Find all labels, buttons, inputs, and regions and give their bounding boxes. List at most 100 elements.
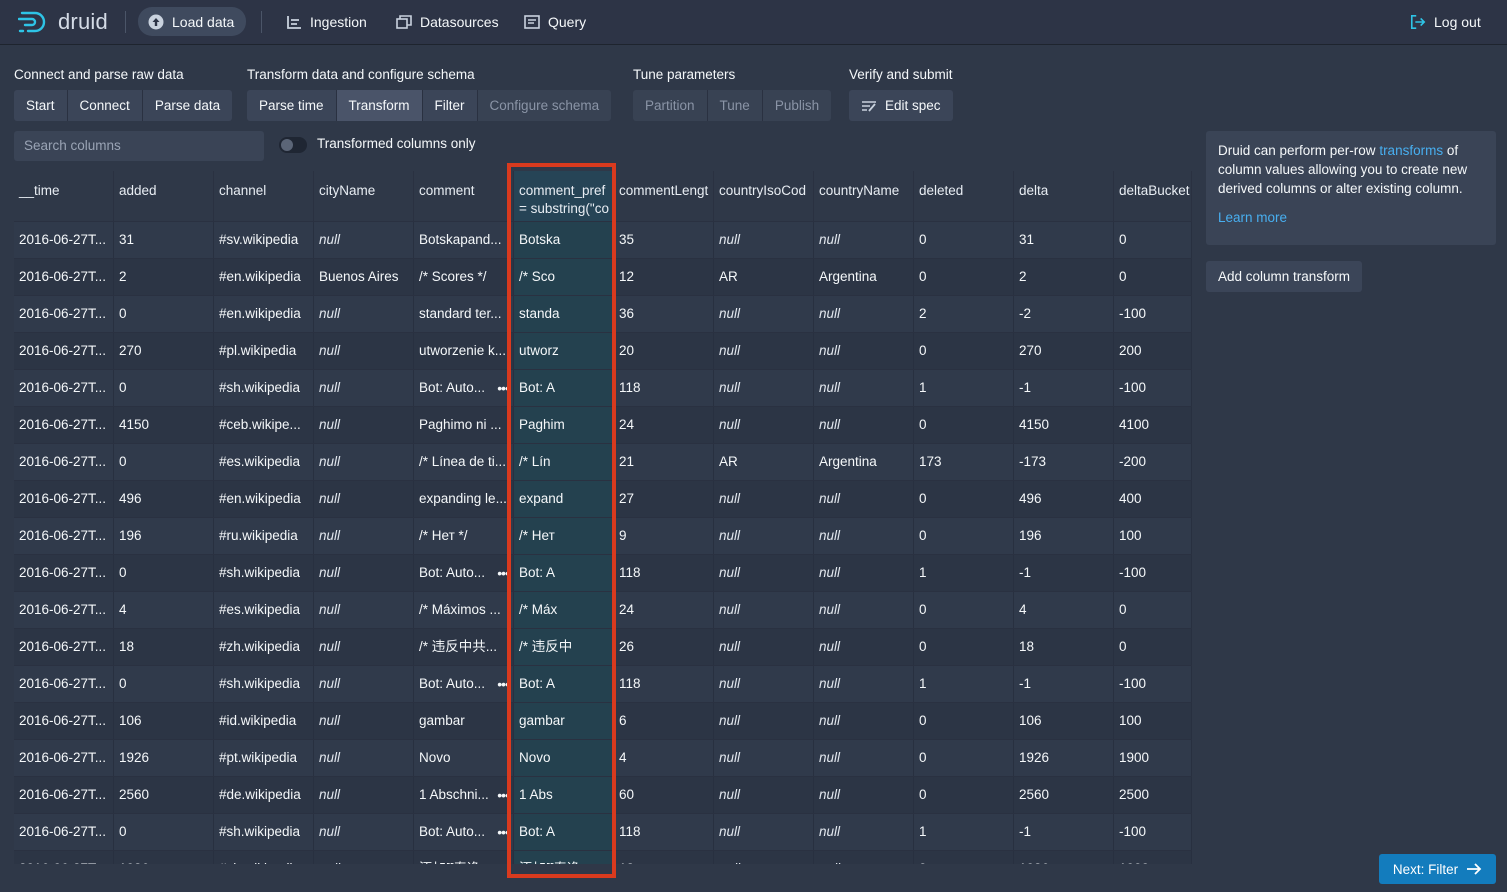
table-cell-country-iso-code[interactable]: null bbox=[714, 222, 814, 258]
table-cell-country-name[interactable]: null bbox=[814, 518, 914, 554]
table-cell-delta[interactable]: 496 bbox=[1014, 481, 1114, 517]
column-header-cityname[interactable]: cityName bbox=[314, 171, 414, 221]
table-cell-cityname[interactable]: null bbox=[314, 407, 414, 443]
table-cell-country-iso-code[interactable]: AR bbox=[714, 444, 814, 480]
table-cell-comment-length[interactable]: 118 bbox=[614, 370, 714, 406]
table-cell-comment[interactable]: Paghimo ni ... bbox=[414, 407, 514, 443]
table-cell-channel[interactable]: #sh.wikipedia bbox=[214, 666, 314, 702]
table-cell-time[interactable]: 2016-06-27T... bbox=[14, 444, 114, 480]
column-header-deleted[interactable]: deleted bbox=[914, 171, 1014, 221]
table-cell-country-name[interactable]: Argentina bbox=[814, 444, 914, 480]
table-cell-delta-bucket[interactable]: 0 bbox=[1114, 259, 1192, 295]
table-cell-deleted[interactable]: 0 bbox=[914, 481, 1014, 517]
table-cell-delta[interactable]: 18 bbox=[1014, 629, 1114, 665]
table-cell-channel[interactable]: #sh.wikipedia bbox=[214, 814, 314, 850]
table-cell-comment-length[interactable]: 9 bbox=[614, 518, 714, 554]
table-cell-delta-bucket[interactable]: -100 bbox=[1114, 370, 1192, 406]
table-cell-comment-length[interactable]: 27 bbox=[614, 481, 714, 517]
nav-datasources[interactable]: Datasources bbox=[386, 7, 511, 36]
table-cell-cityname[interactable]: null bbox=[314, 703, 414, 739]
transformed-only-toggle[interactable] bbox=[279, 137, 307, 153]
table-cell-country-iso-code[interactable]: null bbox=[714, 629, 814, 665]
table-cell-country-name[interactable]: null bbox=[814, 555, 914, 591]
table-cell-comment[interactable]: expanding le... bbox=[414, 481, 514, 517]
table-cell-deleted[interactable]: 0 bbox=[914, 629, 1014, 665]
column-header-comment[interactable]: comment bbox=[414, 171, 514, 221]
table-cell-country-name[interactable]: null bbox=[814, 703, 914, 739]
table-cell-added[interactable]: 0 bbox=[114, 555, 214, 591]
step-tune[interactable]: Tune bbox=[707, 90, 763, 121]
table-cell-comment[interactable]: gambar bbox=[414, 703, 514, 739]
table-cell-comment-length[interactable]: 24 bbox=[614, 592, 714, 628]
table-cell-deleted[interactable]: 2 bbox=[914, 296, 1014, 332]
table-cell-comment-length[interactable]: 12 bbox=[614, 259, 714, 295]
table-cell-cityname[interactable]: null bbox=[314, 629, 414, 665]
table-cell-country-iso-code[interactable]: null bbox=[714, 333, 814, 369]
table-cell-country-name[interactable]: null bbox=[814, 629, 914, 665]
table-cell-country-name[interactable]: Argentina bbox=[814, 259, 914, 295]
table-cell-cityname[interactable]: null bbox=[314, 296, 414, 332]
column-header-time[interactable]: __time bbox=[14, 171, 114, 221]
table-cell-comment[interactable]: /* 违反中共... bbox=[414, 629, 514, 665]
table-cell-country-iso-code[interactable]: null bbox=[714, 814, 814, 850]
table-cell-delta[interactable]: -173 bbox=[1014, 444, 1114, 480]
table-cell-added[interactable]: 0 bbox=[114, 814, 214, 850]
nav-load-data[interactable]: Load data bbox=[138, 7, 247, 36]
table-cell-delta[interactable]: 2560 bbox=[1014, 777, 1114, 813]
column-header-comment-length[interactable]: commentLengt bbox=[614, 171, 714, 221]
table-cell-channel[interactable]: #es.wikipedia bbox=[214, 592, 314, 628]
table-cell-channel[interactable]: #id.wikipedia bbox=[214, 703, 314, 739]
table-cell-delta-bucket[interactable]: 200 bbox=[1114, 333, 1192, 369]
table-cell-delta-bucket[interactable]: 0 bbox=[1114, 222, 1192, 258]
table-cell-comment-length[interactable]: 26 bbox=[614, 629, 714, 665]
table-cell-channel[interactable]: #ru.wikipedia bbox=[214, 518, 314, 554]
table-cell-deleted[interactable]: 0 bbox=[914, 333, 1014, 369]
table-cell-comment[interactable]: Bot: Auto... ••• bbox=[414, 814, 514, 850]
table-cell-time[interactable]: 2016-06-27T... bbox=[14, 518, 114, 554]
table-cell-cityname[interactable]: null bbox=[314, 777, 414, 813]
table-cell-country-iso-code[interactable]: null bbox=[714, 777, 814, 813]
table-cell-added[interactable]: 106 bbox=[114, 703, 214, 739]
table-cell-delta-bucket[interactable]: 2500 bbox=[1114, 777, 1192, 813]
table-cell-channel[interactable]: #zh.wikipedia bbox=[214, 629, 314, 665]
table-cell-added[interactable]: 0 bbox=[114, 370, 214, 406]
table-cell-time[interactable]: 2016-06-27T... bbox=[14, 370, 114, 406]
table-cell-comment[interactable]: Botskapand... bbox=[414, 222, 514, 258]
add-column-transform-button[interactable]: Add column transform bbox=[1206, 261, 1363, 292]
table-cell-delta-bucket[interactable]: -100 bbox=[1114, 814, 1192, 850]
druid-logo[interactable]: druid bbox=[18, 8, 108, 36]
table-cell-delta[interactable]: 4 bbox=[1014, 592, 1114, 628]
table-cell-delta-bucket[interactable]: 0 bbox=[1114, 592, 1192, 628]
table-cell-channel[interactable]: #ceb.wikipe... bbox=[214, 407, 314, 443]
table-cell-delta[interactable]: 270 bbox=[1014, 333, 1114, 369]
table-cell-delta[interactable]: 31 bbox=[1014, 222, 1114, 258]
table-cell-cityname[interactable]: null bbox=[314, 481, 414, 517]
column-header-country-name[interactable]: countryName bbox=[814, 171, 914, 221]
table-cell-comment[interactable]: standard ter... bbox=[414, 296, 514, 332]
table-cell-deleted[interactable]: 0 bbox=[914, 851, 1014, 864]
table-cell-comment[interactable]: /* Línea de ti... bbox=[414, 444, 514, 480]
step-publish[interactable]: Publish bbox=[762, 90, 832, 121]
step-filter[interactable]: Filter bbox=[422, 90, 478, 121]
table-cell-comment-length[interactable]: 60 bbox=[614, 777, 714, 813]
table-cell-country-name[interactable]: null bbox=[814, 592, 914, 628]
table-cell-added[interactable]: 0 bbox=[114, 666, 214, 702]
table-cell-comment[interactable]: /* Нет */ bbox=[414, 518, 514, 554]
table-cell-deleted[interactable]: 1 bbox=[914, 555, 1014, 591]
table-cell-channel[interactable]: #en.wikipedia bbox=[214, 296, 314, 332]
table-cell-country-iso-code[interactable]: AR bbox=[714, 259, 814, 295]
table-cell-added[interactable]: 2560 bbox=[114, 777, 214, 813]
table-cell-delta[interactable]: -1 bbox=[1014, 814, 1114, 850]
column-header-delta[interactable]: delta bbox=[1014, 171, 1114, 221]
table-cell-time[interactable]: 2016-06-27T... bbox=[14, 629, 114, 665]
table-cell-deleted[interactable]: 0 bbox=[914, 592, 1014, 628]
table-cell-delta[interactable]: -1 bbox=[1014, 370, 1114, 406]
table-cell-comment-length[interactable]: 6 bbox=[614, 703, 714, 739]
table-cell-delta[interactable]: -1 bbox=[1014, 666, 1114, 702]
table-cell-channel[interactable]: #pt.wikipedia bbox=[214, 740, 314, 776]
table-cell-added[interactable]: 31 bbox=[114, 222, 214, 258]
table-cell-comment[interactable]: /* Scores */ bbox=[414, 259, 514, 295]
table-cell-country-name[interactable]: null bbox=[814, 407, 914, 443]
table-cell-added[interactable]: 1986 bbox=[114, 851, 214, 864]
table-cell-delta-bucket[interactable]: 1900 bbox=[1114, 851, 1192, 864]
